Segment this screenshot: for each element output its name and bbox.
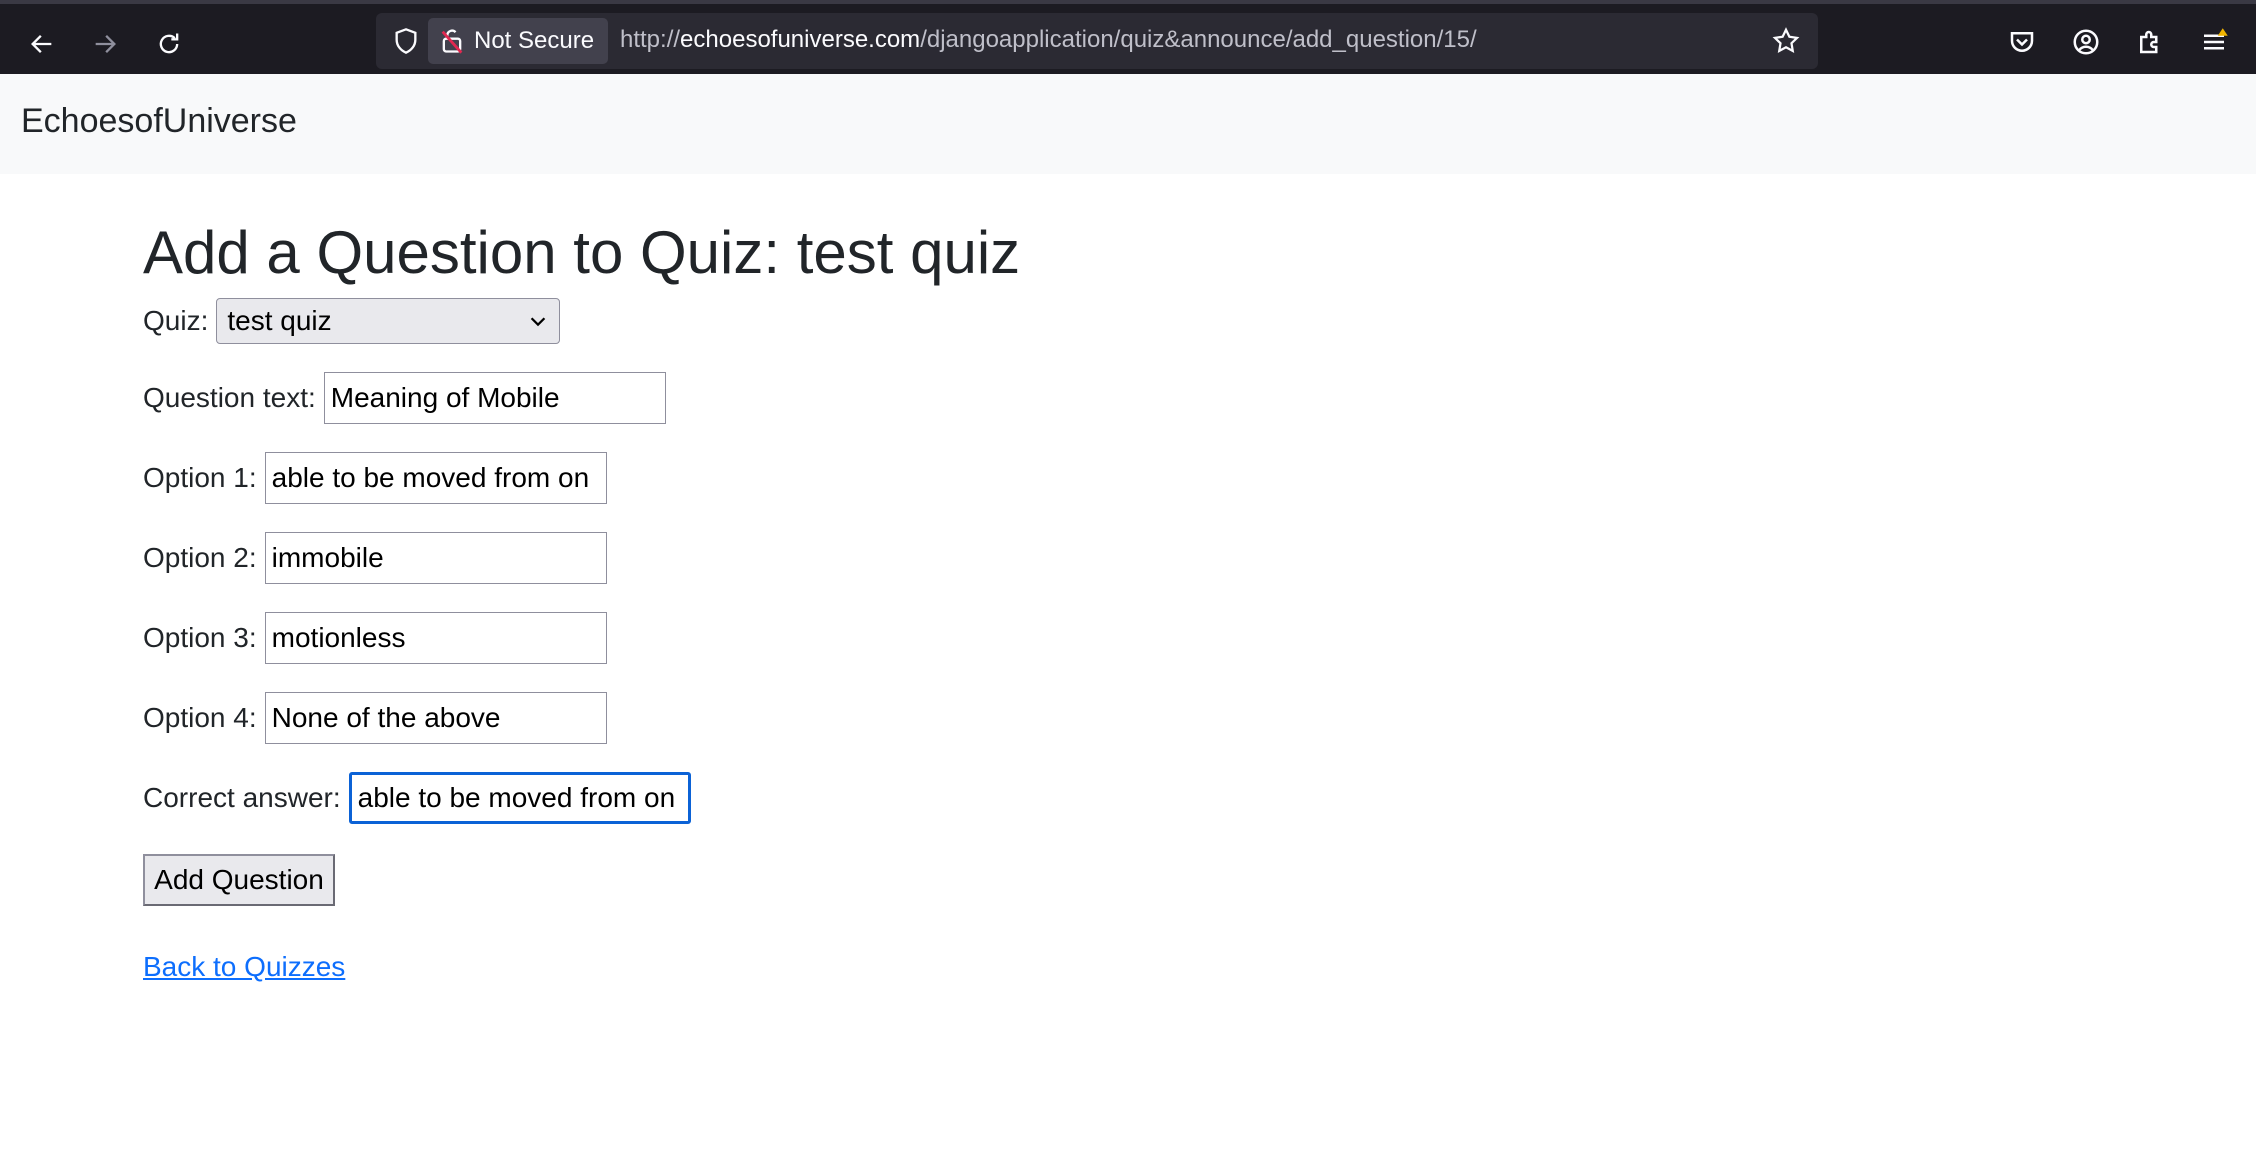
app-menu-icon[interactable] [2194, 22, 2234, 62]
add-question-button[interactable]: Add Question [143, 854, 335, 906]
reload-icon[interactable] [147, 22, 191, 66]
option2-input[interactable]: immobile [264, 532, 607, 584]
option1-row: Option 1: able to be moved from on [143, 452, 607, 504]
option2-row: Option 2: immobile [143, 532, 607, 584]
back-arrow-icon[interactable] [20, 22, 64, 66]
question-row: Question text: Meaning of Mobile [143, 372, 666, 424]
option4-label: Option 4: [143, 702, 257, 733]
option3-row: Option 3: motionless [143, 612, 607, 664]
correct-answer-row: Correct answer: able to be moved from on [143, 772, 691, 824]
not-secure-label: Not Secure [474, 27, 595, 54]
quiz-label: Quiz: [143, 305, 209, 336]
option2-label: Option 2: [143, 542, 257, 573]
tracking-protection-shield-icon[interactable] [388, 23, 424, 59]
quiz-selected-value: test quiz [227, 305, 332, 336]
question-text-input[interactable]: Meaning of Mobile [323, 372, 666, 424]
brand-link[interactable]: EchoesofUniverse [21, 102, 297, 141]
url-path: /djangoapplication/quiz&announce/add_que… [920, 26, 1477, 53]
extensions-puzzle-icon[interactable] [2130, 22, 2170, 62]
option1-label: Option 1: [143, 462, 257, 493]
site-navbar: EchoesofUniverse [0, 74, 2256, 174]
option1-input[interactable]: able to be moved from on [264, 452, 607, 504]
option3-label: Option 3: [143, 622, 257, 653]
chevron-down-icon [531, 317, 546, 327]
option4-row: Option 4: None of the above [143, 692, 607, 744]
broken-lock-icon [441, 29, 463, 54]
address-bar[interactable]: Not Secure http://echoesofuniverse.com/d… [376, 13, 1818, 69]
option4-input[interactable]: None of the above [264, 692, 607, 744]
pocket-icon[interactable] [2002, 22, 2042, 62]
account-icon[interactable] [2066, 22, 2106, 62]
page-title: Add a Question to Quiz: test quiz [143, 219, 1021, 286]
question-text-label: Question text: [143, 382, 316, 413]
option3-input[interactable]: motionless [264, 612, 607, 664]
back-to-quizzes-link[interactable]: Back to Quizzes [143, 951, 345, 983]
site-security-indicator[interactable]: Not Secure [428, 18, 609, 64]
bookmark-star-icon[interactable] [1768, 23, 1804, 59]
correct-answer-input[interactable]: able to be moved from on [348, 772, 691, 824]
quiz-select[interactable]: test quiz [216, 298, 561, 344]
url-text[interactable]: http://echoesofuniverse.com/djangoapplic… [620, 26, 1477, 54]
correct-answer-label: Correct answer: [143, 782, 341, 813]
url-host: echoesofuniverse.com [680, 26, 921, 53]
url-scheme: http:// [620, 26, 681, 53]
browser-toolbar: Not Secure http://echoesofuniverse.com/d… [0, 0, 2256, 74]
forward-arrow-icon[interactable] [83, 22, 127, 66]
quiz-row: Quiz: test quiz [143, 298, 561, 344]
